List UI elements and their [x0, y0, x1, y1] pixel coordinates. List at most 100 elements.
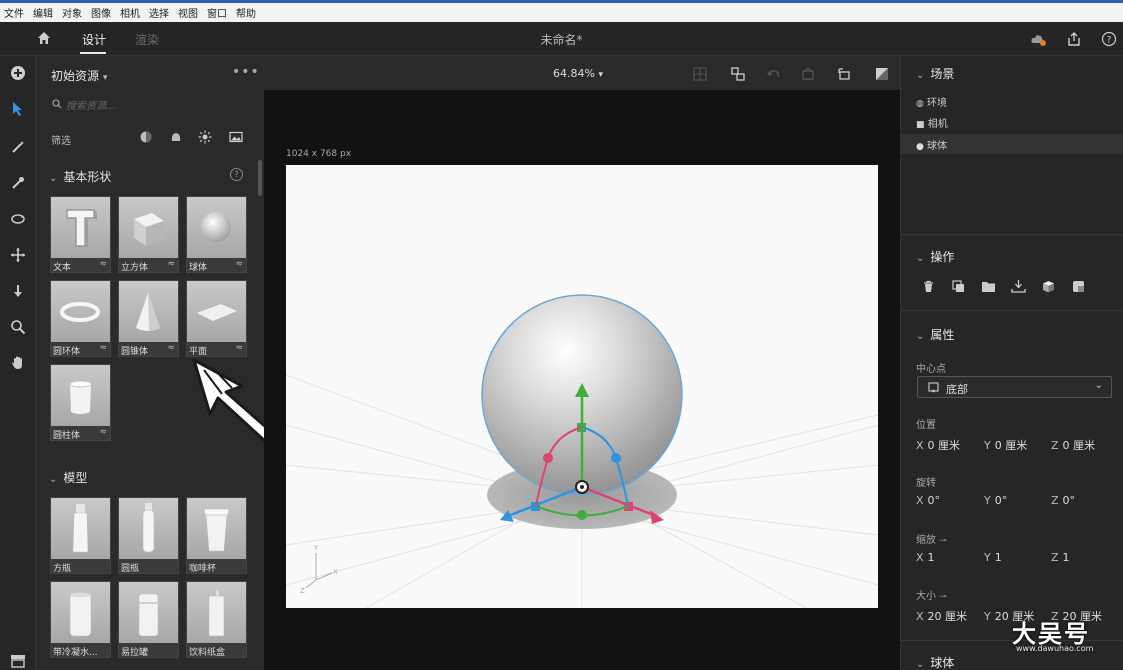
asset-card-cylinder[interactable]: 圆柱体 ≈	[50, 364, 111, 441]
adjust-icon[interactable]: ≈	[167, 259, 175, 269]
properties-panel: ⌄ 场景 ◍ 环境 ■ 相机 ● 球体 ⌄ 操作 ⌄ 属性 中心点 底部 ⌄ 位置 X…	[900, 56, 1123, 670]
more-options-icon[interactable]: •••	[232, 64, 260, 80]
asset-card-coffee-cup[interactable]: 咖啡杯	[186, 497, 247, 574]
delete-icon[interactable]	[921, 279, 936, 294]
select-arrow-icon[interactable]	[9, 100, 27, 118]
adjust-icon[interactable]: ≈	[99, 343, 107, 353]
scene-item-camera[interactable]: ■ 相机	[916, 115, 948, 130]
group-folder-icon[interactable]	[981, 279, 996, 294]
chevron-down-icon: ⌄	[916, 70, 925, 81]
redo-icon[interactable]	[800, 66, 816, 82]
material-cube-icon[interactable]	[1041, 279, 1056, 294]
menu-edit[interactable]: 编辑	[33, 5, 53, 20]
asset-card-cone[interactable]: 圆锥体 ≈	[118, 280, 179, 357]
grid-snap-icon[interactable]	[692, 66, 708, 82]
help-circle-icon[interactable]: ?	[230, 168, 243, 181]
scale-x-field[interactable]: X1	[916, 551, 935, 564]
asset-card-round-bottle[interactable]: 圆瓶	[118, 497, 179, 574]
asset-card-bottle[interactable]: 方瓶	[50, 497, 111, 574]
image-filter-icon[interactable]	[229, 130, 243, 144]
align-object-icon[interactable]	[730, 66, 746, 82]
light-filter-icon[interactable]	[198, 130, 212, 144]
axis-letter-z: Z	[1051, 551, 1059, 564]
basic-shapes-header[interactable]: ⌄ 基本形状	[49, 168, 111, 185]
zoom-icon[interactable]	[9, 318, 27, 336]
models-header[interactable]: ⌄ 模型	[49, 469, 87, 486]
scale-z-field[interactable]: Z1	[1051, 551, 1070, 564]
scale-y-field[interactable]: Y1	[984, 551, 1002, 564]
assets-library-selector[interactable]: 初始资源 ▾	[51, 67, 107, 84]
menu-view[interactable]: 视图	[178, 5, 198, 20]
environment-light-icon[interactable]	[874, 66, 890, 82]
actions-title: 操作	[930, 250, 955, 264]
help-icon[interactable]: ?	[1101, 31, 1117, 47]
hand-icon[interactable]	[9, 354, 27, 372]
undo-icon[interactable]	[765, 66, 781, 82]
menu-select[interactable]: 选择	[149, 5, 169, 20]
drop-to-ground-icon[interactable]	[1011, 279, 1026, 294]
chevron-down-icon: ⌄	[916, 659, 925, 670]
rotation-x-field[interactable]: X 0°	[916, 494, 940, 507]
position-y-field[interactable]: Y0 厘米	[984, 437, 1027, 453]
adjust-icon[interactable]: ≈	[99, 259, 107, 269]
scene-section-header[interactable]: ⌄ 场景	[916, 65, 954, 82]
position-z-value: 0 厘米	[1062, 439, 1096, 452]
pan-move-icon[interactable]	[9, 246, 27, 264]
axis-letter-y: Y	[313, 544, 319, 552]
size-x-field[interactable]: X 20 厘米	[916, 608, 967, 624]
adjust-icon[interactable]: ≈	[167, 343, 175, 353]
menu-file[interactable]: 文件	[4, 5, 24, 20]
scene-item-sphere[interactable]: ● 球体	[916, 137, 947, 152]
properties-section-header[interactable]: ⌄ 属性	[916, 326, 954, 343]
scene-item-environment[interactable]: ◍ 环境	[916, 94, 947, 109]
link-icon[interactable]: ⊸	[939, 536, 947, 546]
asset-card-drink-carton[interactable]: 饮料纸盒	[186, 581, 247, 658]
share-icon[interactable]	[1066, 31, 1082, 47]
asset-label: 带冷凝水...	[53, 648, 98, 658]
add-content-icon[interactable]	[9, 64, 27, 82]
adjust-icon[interactable]: ≈	[235, 259, 243, 269]
link-icon[interactable]: ⊸	[939, 592, 947, 602]
asset-card-plane[interactable]: 平面 ≈	[186, 280, 247, 357]
adjust-icon[interactable]: ≈	[99, 427, 107, 437]
paint-sampler-icon[interactable]	[9, 174, 27, 192]
rotation-z-field[interactable]: Z 0°	[1051, 494, 1075, 507]
models-title: 模型	[63, 471, 88, 485]
duplicate-icon[interactable]	[951, 279, 966, 294]
menu-camera[interactable]: 相机	[120, 5, 140, 20]
dolly-icon[interactable]	[9, 282, 27, 300]
menu-window[interactable]: 窗口	[207, 5, 227, 20]
axis-letter-x: X	[916, 494, 924, 507]
menu-object[interactable]: 对象	[62, 5, 82, 20]
asset-card-soda-can[interactable]: 易拉罐	[118, 581, 179, 658]
chevron-down-icon: ⌄	[49, 474, 58, 485]
position-x-field[interactable]: X0 厘米	[916, 437, 960, 453]
camera-view-icon[interactable]	[837, 66, 853, 82]
scene-title: 场景	[930, 67, 955, 81]
asset-card-can-condensation[interactable]: 带冷凝水...	[50, 581, 111, 658]
asset-card-torus[interactable]: 圆环体 ≈	[50, 280, 111, 357]
rotation-y-field[interactable]: Y 0°	[984, 494, 1007, 507]
divider	[901, 310, 1123, 311]
adjust-icon[interactable]: ≈	[235, 343, 243, 353]
sphere-section-header[interactable]: ⌄ 球体	[916, 654, 954, 670]
search-field[interactable]: 搜索资源...	[48, 94, 256, 116]
pivot-dropdown[interactable]: 底部 ⌄	[917, 376, 1112, 398]
magic-wand-icon[interactable]	[9, 138, 27, 156]
zoom-level-selector[interactable]: 64.84% ▾	[553, 67, 603, 80]
menu-image[interactable]: 图像	[91, 5, 111, 20]
asset-card-sphere[interactable]: 球体 ≈	[186, 196, 247, 273]
menu-help[interactable]: 帮助	[236, 5, 256, 20]
export-object-icon[interactable]	[1071, 279, 1086, 294]
assets-scrollbar[interactable]	[258, 160, 262, 196]
position-z-field[interactable]: Z0 厘米	[1051, 437, 1095, 453]
model-filter-icon[interactable]	[169, 130, 183, 144]
asset-card-cube[interactable]: 立方体 ≈	[118, 196, 179, 273]
asset-card-text[interactable]: 文本 ≈	[50, 196, 111, 273]
material-filter-icon[interactable]	[139, 130, 153, 144]
actions-section-header[interactable]: ⌄ 操作	[916, 248, 954, 265]
archive-icon[interactable]	[9, 652, 27, 670]
orbit-icon[interactable]	[9, 210, 27, 228]
cloud-sync-icon[interactable]	[1030, 31, 1046, 47]
artboard[interactable]: Y X Z	[286, 165, 878, 608]
